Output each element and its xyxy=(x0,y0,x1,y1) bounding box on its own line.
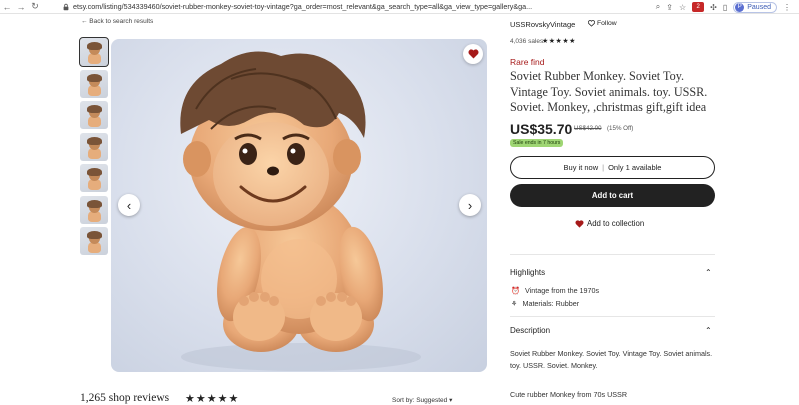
chevron-up-icon[interactable]: ⌃ xyxy=(705,268,712,277)
listing-price: US$35.70 xyxy=(510,121,573,137)
extensions-puzzle-icon[interactable]: ✣ xyxy=(710,3,717,12)
profile-label: Paused xyxy=(747,3,771,11)
highlight-text: Materials: Rubber xyxy=(522,299,580,308)
thumbnail-3[interactable] xyxy=(80,101,108,129)
heart-icon xyxy=(467,49,479,59)
highlight-item: ⏰ Vintage from the 1970s xyxy=(511,286,599,295)
forward-arrow-icon[interactable]: → xyxy=(14,2,28,12)
availability-label: Only 1 available xyxy=(608,163,662,172)
thumbnail-1[interactable] xyxy=(79,37,109,67)
back-to-search-link[interactable]: ← Back to search results xyxy=(81,18,153,25)
discount-label: (15% Off) xyxy=(607,125,634,132)
original-price: US$42.00 xyxy=(574,125,602,132)
divider xyxy=(510,316,715,317)
listing-title: Soviet Rubber Monkey. Soviet Toy. Vintag… xyxy=(510,69,708,114)
description-text-2: Cute rubber Monkey from 70s USSR xyxy=(510,390,628,399)
menu-dots-icon[interactable]: ⋮ xyxy=(783,3,791,12)
avatar: P xyxy=(735,2,745,12)
follow-button[interactable]: Follow xyxy=(588,20,617,27)
extension-badge[interactable]: 2 xyxy=(692,2,705,12)
chevron-down-icon: ▾ xyxy=(449,397,453,404)
highlight-item: ⚘ Materials: Rubber xyxy=(511,299,579,308)
description-heading[interactable]: Description xyxy=(510,326,550,335)
shop-name-link[interactable]: USSRovskyVintage xyxy=(510,20,575,29)
description-text: Soviet Rubber Monkey. Soviet Toy. Vintag… xyxy=(510,349,713,370)
previous-image-button[interactable]: ‹ xyxy=(118,194,140,216)
chevron-left-icon: ‹ xyxy=(126,197,132,213)
browser-toolbar: ← → ↻ etsy.com/listing/534339460/soviet-… xyxy=(0,0,799,14)
chevron-up-icon[interactable]: ⌃ xyxy=(705,326,712,335)
browser-actions: ⌕ ⇪ ☆ 2 ✣ ▯ P Paused ⋮ xyxy=(656,1,791,13)
chevron-right-icon: › xyxy=(467,197,473,213)
shop-rating-stars: ★★★★★ xyxy=(542,38,576,45)
follow-label: Follow xyxy=(597,20,617,27)
materials-icon: ⚘ xyxy=(511,299,518,308)
sale-ends-badge: Sale ends in 7 hours xyxy=(510,139,564,147)
add-to-cart-button[interactable]: Add to cart xyxy=(510,184,715,207)
divider xyxy=(510,254,715,255)
address-bar[interactable]: etsy.com/listing/534339460/soviet-rubber… xyxy=(62,1,652,12)
sort-dropdown[interactable]: Sort by: Suggested ▾ xyxy=(392,396,452,404)
url-text: etsy.com/listing/534339460/soviet-rubber… xyxy=(73,2,533,11)
product-image[interactable] xyxy=(111,39,487,372)
vintage-clock-icon: ⏰ xyxy=(511,286,520,295)
rare-find-label: Rare find xyxy=(510,57,545,67)
shop-reviews-heading: 1,265 shop reviews xyxy=(80,392,170,404)
buy-it-now-button[interactable]: Buy it now | Only 1 available xyxy=(510,156,715,179)
bookmark-star-icon[interactable]: ☆ xyxy=(679,3,686,12)
reviews-rating-stars: ★★★★★ xyxy=(185,393,240,405)
favorite-heart-button[interactable] xyxy=(463,44,483,64)
reload-icon[interactable]: ↻ xyxy=(28,1,42,12)
heart-icon xyxy=(575,219,584,228)
side-panel-icon[interactable]: ▯ xyxy=(723,3,727,12)
thumbnail-strip xyxy=(79,37,109,259)
buy-label: Buy it now xyxy=(563,163,599,172)
zoom-icon[interactable]: ⌕ xyxy=(656,2,660,12)
profile-button[interactable]: P Paused xyxy=(733,1,777,13)
highlight-text: Vintage from the 1970s xyxy=(524,286,600,295)
thumbnail-6[interactable] xyxy=(80,195,108,224)
rubber-monkey-illustration xyxy=(180,51,421,371)
thumbnail-5[interactable] xyxy=(80,164,108,192)
next-image-button[interactable]: › xyxy=(459,194,481,216)
highlights-heading[interactable]: Highlights xyxy=(510,268,545,277)
sort-label: Sort by: Suggested xyxy=(392,397,448,404)
collection-label: Add to collection xyxy=(587,219,645,228)
separator: | xyxy=(602,163,605,172)
thumbnail-2[interactable] xyxy=(80,69,108,98)
shop-sales-count: 4,036 sales xyxy=(510,38,544,45)
back-arrow-icon[interactable]: ← xyxy=(0,2,14,12)
add-to-collection-button[interactable]: Add to collection xyxy=(575,219,644,228)
heart-outline-icon xyxy=(588,20,595,27)
thumbnail-4[interactable] xyxy=(80,132,108,161)
thumbnail-7[interactable] xyxy=(80,227,108,255)
share-icon[interactable]: ⇪ xyxy=(666,3,673,12)
lock-icon xyxy=(63,3,69,10)
